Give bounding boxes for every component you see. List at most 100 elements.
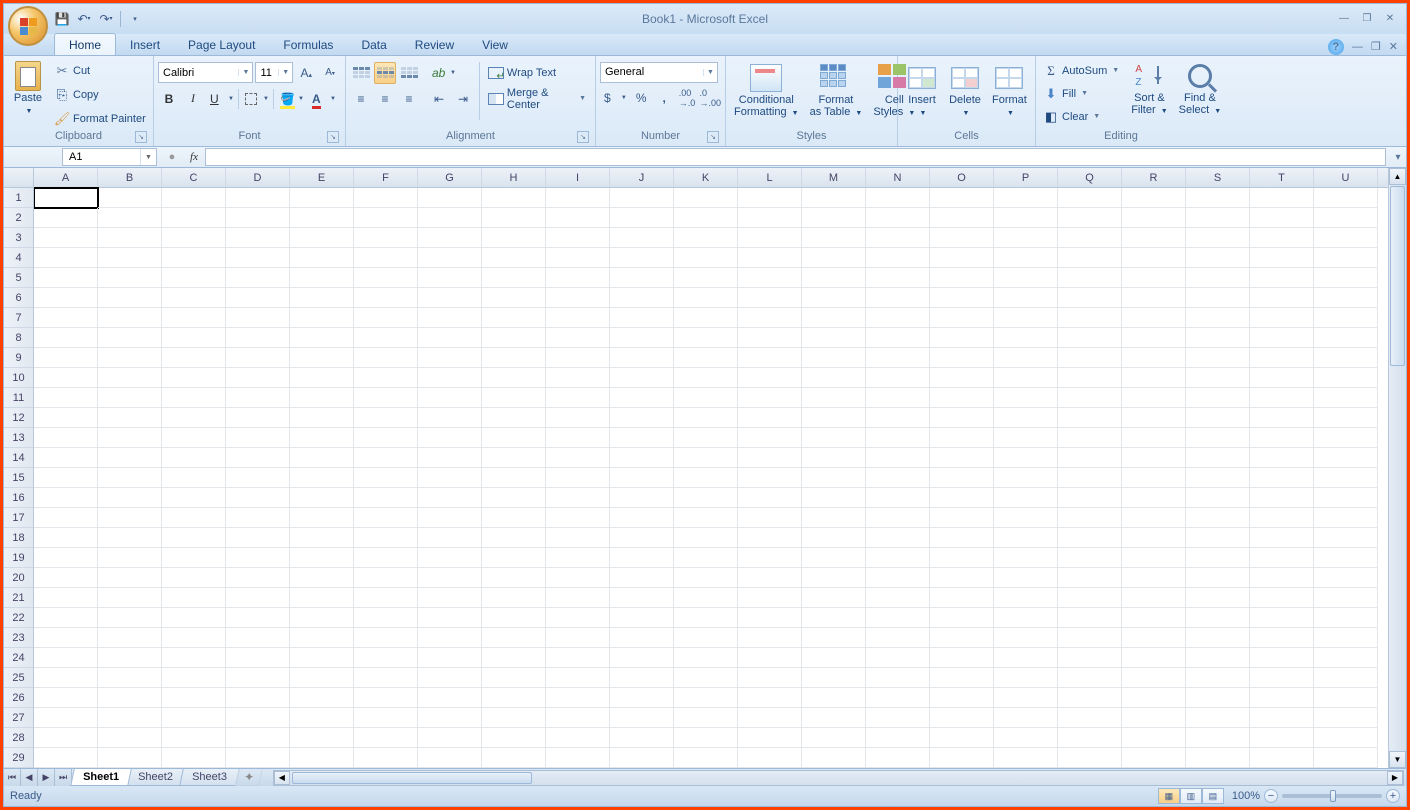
cell[interactable]: [226, 548, 290, 568]
cell[interactable]: [98, 728, 162, 748]
cell[interactable]: [1250, 428, 1314, 448]
cell[interactable]: [802, 488, 866, 508]
cell[interactable]: [1058, 408, 1122, 428]
cell[interactable]: [546, 388, 610, 408]
cell[interactable]: [34, 588, 98, 608]
cell[interactable]: [1186, 708, 1250, 728]
prev-sheet-button[interactable]: ◀: [21, 769, 38, 786]
column-header[interactable]: C: [162, 168, 226, 187]
cell[interactable]: [738, 628, 802, 648]
cell[interactable]: [546, 208, 610, 228]
cell[interactable]: [1314, 728, 1378, 748]
cell[interactable]: [162, 688, 226, 708]
cell[interactable]: [226, 368, 290, 388]
cell[interactable]: [674, 428, 738, 448]
cell[interactable]: [98, 588, 162, 608]
cell[interactable]: [994, 448, 1058, 468]
cell[interactable]: [930, 688, 994, 708]
cell[interactable]: [930, 588, 994, 608]
cell[interactable]: [34, 368, 98, 388]
cell[interactable]: [34, 748, 98, 768]
cell[interactable]: [930, 448, 994, 468]
cell[interactable]: [994, 748, 1058, 768]
cell[interactable]: [738, 188, 802, 208]
insert-cells-button[interactable]: Insert▼: [902, 60, 942, 122]
cell[interactable]: [290, 608, 354, 628]
workbook-close-button[interactable]: ✕: [1389, 40, 1398, 53]
font-size-combo[interactable]: 11▼: [255, 62, 293, 83]
cell[interactable]: [1058, 288, 1122, 308]
cell[interactable]: [610, 468, 674, 488]
align-bottom-button[interactable]: [398, 62, 420, 84]
column-header[interactable]: B: [98, 168, 162, 187]
cell[interactable]: [738, 508, 802, 528]
cell[interactable]: [354, 668, 418, 688]
cell[interactable]: [866, 688, 930, 708]
cell[interactable]: [162, 608, 226, 628]
cell[interactable]: [482, 488, 546, 508]
cell[interactable]: [546, 428, 610, 448]
cell[interactable]: [802, 748, 866, 768]
font-launcher[interactable]: ↘: [327, 131, 339, 143]
cell[interactable]: [226, 448, 290, 468]
cell[interactable]: [226, 248, 290, 268]
cell[interactable]: [738, 468, 802, 488]
cell[interactable]: [34, 668, 98, 688]
cell[interactable]: [674, 188, 738, 208]
row-header[interactable]: 3: [4, 228, 33, 248]
cell[interactable]: [738, 428, 802, 448]
number-launcher[interactable]: ↘: [707, 131, 719, 143]
cell[interactable]: [738, 608, 802, 628]
cell[interactable]: [994, 608, 1058, 628]
percent-button[interactable]: %: [631, 87, 652, 109]
cell[interactable]: [546, 648, 610, 668]
cell[interactable]: [1058, 728, 1122, 748]
format-cells-button[interactable]: Format▼: [988, 60, 1031, 122]
workbook-restore-button[interactable]: ❐: [1371, 40, 1381, 53]
cell[interactable]: [610, 328, 674, 348]
cell[interactable]: [98, 268, 162, 288]
cell[interactable]: [418, 228, 482, 248]
cell[interactable]: [1250, 648, 1314, 668]
cell[interactable]: [546, 448, 610, 468]
cell[interactable]: [226, 228, 290, 248]
cell[interactable]: [34, 408, 98, 428]
cell[interactable]: [546, 568, 610, 588]
cell[interactable]: [226, 708, 290, 728]
cell[interactable]: [418, 268, 482, 288]
cell[interactable]: [1314, 668, 1378, 688]
cell[interactable]: [290, 288, 354, 308]
cell[interactable]: [1122, 208, 1186, 228]
cell[interactable]: [738, 488, 802, 508]
cell[interactable]: [610, 368, 674, 388]
cell[interactable]: [1250, 608, 1314, 628]
cell[interactable]: [1314, 468, 1378, 488]
cell[interactable]: [290, 628, 354, 648]
cell[interactable]: [1122, 248, 1186, 268]
cell[interactable]: [1314, 448, 1378, 468]
cell[interactable]: [354, 608, 418, 628]
cell[interactable]: [290, 748, 354, 768]
cell[interactable]: [1186, 248, 1250, 268]
cell[interactable]: [802, 608, 866, 628]
cell[interactable]: [610, 588, 674, 608]
zoom-level[interactable]: 100%: [1232, 790, 1260, 802]
cell[interactable]: [546, 528, 610, 548]
horizontal-scrollbar[interactable]: ◀ ▶: [273, 770, 1404, 786]
cell[interactable]: [930, 468, 994, 488]
cell[interactable]: [418, 708, 482, 728]
cell[interactable]: [34, 288, 98, 308]
cell[interactable]: [930, 368, 994, 388]
cell[interactable]: [1186, 468, 1250, 488]
tab-review[interactable]: Review: [401, 34, 468, 55]
cell[interactable]: [98, 748, 162, 768]
cell[interactable]: [418, 488, 482, 508]
cell[interactable]: [802, 188, 866, 208]
cell[interactable]: [994, 428, 1058, 448]
cell[interactable]: [162, 488, 226, 508]
cell[interactable]: [610, 268, 674, 288]
cell[interactable]: [98, 388, 162, 408]
cell[interactable]: [1314, 388, 1378, 408]
cell[interactable]: [738, 208, 802, 228]
cell[interactable]: [1122, 628, 1186, 648]
